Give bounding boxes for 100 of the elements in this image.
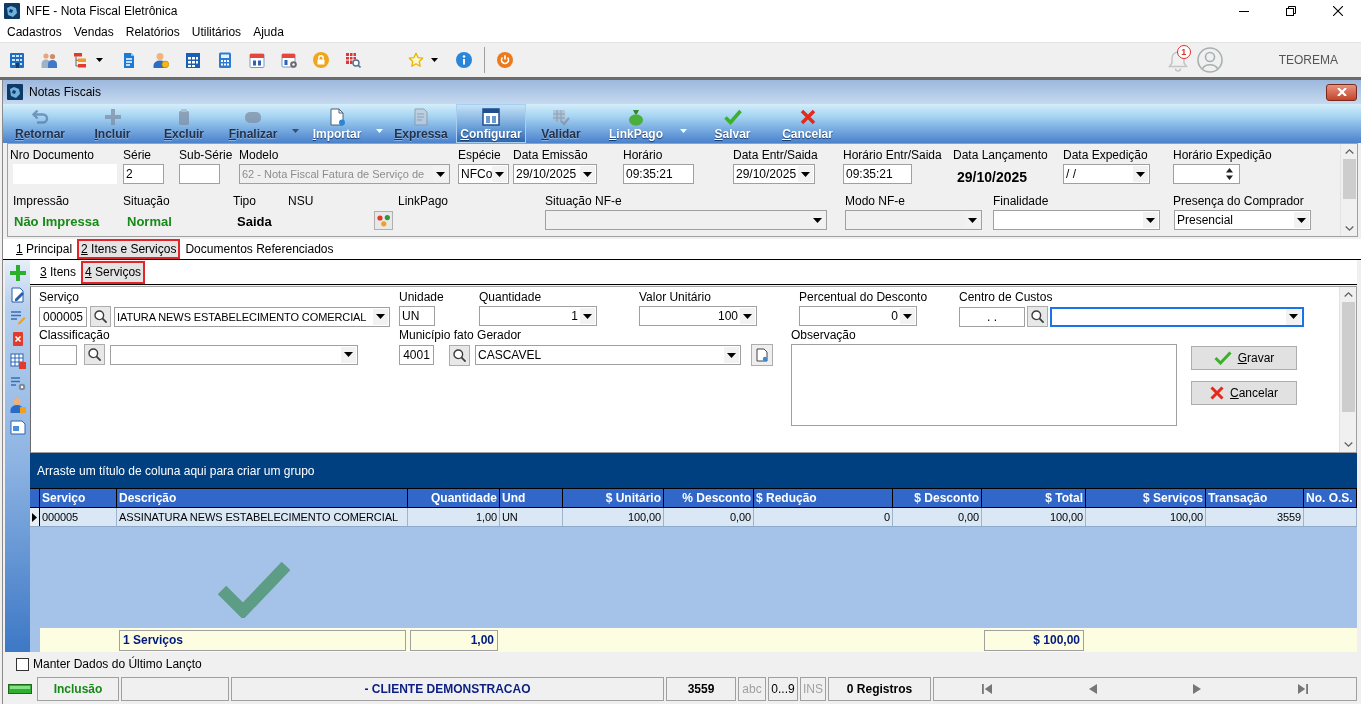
tab[interactable]: 4 Serviços — [81, 260, 146, 284]
tab[interactable]: 2 Itens e Serviços — [77, 239, 181, 259]
edit-list-icon[interactable] — [9, 309, 26, 325]
text-field[interactable]: UN — [399, 306, 435, 326]
info-icon[interactable] — [456, 52, 472, 68]
dropdown[interactable]: / / — [1063, 164, 1150, 184]
caret-icon — [291, 128, 299, 133]
link-button[interactable] — [374, 211, 393, 230]
calendar-icon[interactable] — [249, 52, 265, 68]
search-button[interactable] — [84, 344, 105, 365]
dropdown[interactable]: NFCo — [458, 164, 509, 184]
column-header[interactable]: Quantidade — [408, 489, 500, 507]
column-header[interactable]: $ Unitário — [563, 489, 664, 507]
column-header[interactable]: Transação — [1206, 489, 1304, 507]
caret-icon[interactable] — [431, 58, 438, 62]
text-field[interactable]: 09:35:21 — [843, 164, 912, 184]
number-dropdown[interactable]: 100 — [639, 306, 757, 326]
add-icon[interactable] — [9, 265, 26, 281]
table-search-icon[interactable] — [345, 52, 361, 68]
minimize-icon[interactable] — [1238, 10, 1249, 12]
column-header[interactable]: No. O.S. — [1304, 489, 1357, 507]
menu-item[interactable]: Utilitários — [185, 23, 248, 41]
org-chart-icon[interactable] — [73, 52, 89, 68]
text-field[interactable] — [179, 164, 220, 184]
scrollbar-thumb[interactable] — [1342, 159, 1356, 199]
dropdown[interactable] — [1050, 306, 1304, 327]
triangle-left-icon[interactable] — [1088, 684, 1097, 694]
column-header[interactable]: $ Redução — [754, 489, 893, 507]
menu-item[interactable]: Relatórios — [119, 23, 186, 41]
code-field[interactable]: . . — [959, 306, 1025, 327]
restore-icon[interactable] — [1285, 6, 1296, 16]
field-label: Data Lançamento — [953, 148, 1048, 162]
text-field[interactable]: 09:35:21 — [623, 164, 694, 184]
dropdown[interactable] — [993, 210, 1160, 230]
code-field[interactable]: 000005 — [39, 306, 87, 327]
people-icon[interactable] — [41, 52, 57, 68]
dropdown[interactable]: IATURA NEWS ESTABELECIMENTO COMERCIAL — [114, 306, 390, 327]
menu-item[interactable]: Cadastros — [1, 23, 68, 41]
tab[interactable]: 3 Itens — [36, 260, 81, 284]
star-icon[interactable] — [408, 52, 424, 68]
menu-item[interactable]: Vendas — [67, 23, 120, 41]
skip-forward-icon[interactable] — [1297, 684, 1308, 694]
menu-item[interactable]: Ajuda — [247, 23, 290, 41]
dropdown[interactable]: 29/10/2025 — [513, 164, 597, 184]
list-settings-icon[interactable] — [9, 375, 26, 391]
document-icon[interactable] — [121, 52, 137, 68]
close-icon[interactable] — [1332, 6, 1343, 16]
chevron-up-icon[interactable] — [1343, 292, 1353, 297]
field-label: Data Entr/Saida — [733, 148, 818, 162]
save-button[interactable]: Gravar — [1191, 346, 1297, 370]
building-icon[interactable] — [9, 52, 25, 68]
vertical-scrollbar[interactable] — [1340, 144, 1357, 236]
close-button[interactable] — [1326, 83, 1357, 101]
column-header[interactable]: Descrição — [117, 489, 408, 507]
bell-icon[interactable] — [1167, 50, 1188, 72]
tab[interactable]: 1 Principal — [12, 239, 77, 259]
dropdown[interactable] — [110, 344, 358, 365]
padlock-icon[interactable] — [313, 52, 329, 68]
search-button[interactable] — [449, 344, 470, 366]
code-field[interactable]: 4001 — [399, 345, 434, 365]
edit-document-icon[interactable] — [9, 287, 26, 303]
number-dropdown[interactable]: 1 — [479, 306, 597, 326]
search-button[interactable] — [1027, 306, 1048, 327]
toolbar-button[interactable]: Configurar — [456, 104, 526, 143]
document-icon[interactable] — [9, 419, 26, 435]
search-button[interactable] — [90, 306, 111, 327]
number-dropdown[interactable]: 0 — [799, 306, 917, 326]
dropdown[interactable]: CASCAVEL — [475, 345, 741, 365]
triangle-right-icon[interactable] — [1193, 684, 1202, 694]
vertical-scrollbar[interactable] — [1339, 287, 1356, 452]
text-area[interactable] — [791, 344, 1177, 426]
column-header[interactable]: Serviço — [40, 489, 117, 507]
checkbox[interactable] — [16, 657, 29, 671]
calendar-grid-icon[interactable] — [185, 52, 201, 68]
person-coin-icon[interactable] — [153, 52, 169, 68]
column-header[interactable]: % Desconto — [664, 489, 754, 507]
chevron-down-icon[interactable] — [1344, 226, 1354, 231]
column-header[interactable]: $ Serviços — [1086, 489, 1206, 507]
cancel-button[interactable]: Cancelar — [1191, 381, 1297, 405]
dropdown[interactable]: 29/10/2025 — [733, 164, 815, 184]
scrollbar-thumb[interactable] — [1341, 302, 1355, 412]
calculator-icon[interactable] — [217, 52, 233, 68]
row-header[interactable] — [30, 508, 40, 526]
column-header[interactable]: $ Desconto — [893, 489, 982, 507]
code-field[interactable] — [39, 344, 77, 365]
chevron-up-icon[interactable] — [1344, 149, 1354, 154]
text-field[interactable]: 2 — [123, 164, 164, 184]
column-header[interactable]: $ Total — [982, 489, 1086, 507]
chevron-down-icon[interactable] — [1343, 442, 1353, 447]
tab[interactable]: Documentos Referenciados — [181, 239, 338, 259]
skip-back-icon[interactable] — [982, 684, 993, 694]
spin-field[interactable] — [1173, 164, 1240, 184]
dropdown[interactable]: Presencial — [1174, 210, 1311, 230]
calendar-gear-icon[interactable] — [281, 52, 297, 68]
document-button[interactable] — [751, 344, 773, 366]
caret-icon[interactable] — [96, 58, 103, 62]
user-icon[interactable] — [9, 397, 26, 413]
power-icon[interactable] — [497, 52, 513, 68]
table-icon[interactable] — [9, 353, 26, 369]
column-header[interactable]: Und — [500, 489, 563, 507]
